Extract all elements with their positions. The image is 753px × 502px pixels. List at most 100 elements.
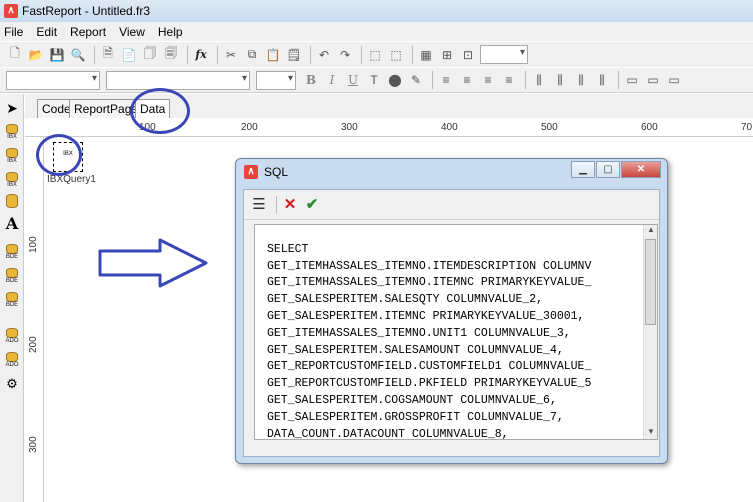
ruler-tick: 300 (341, 122, 358, 133)
style-combo[interactable] (6, 70, 100, 90)
frame-bottom-icon[interactable]: ▭ (644, 71, 662, 89)
menu-edit[interactable]: Edit (36, 25, 57, 39)
frame-top-icon[interactable]: ▭ (623, 71, 641, 89)
format-toolbar: B I U T ⬤ ✎ ≡ ≡ ≡ ≡ ⫼ ⫼ ⫼ ⫼ ▭ ▭ ▭ (0, 67, 753, 93)
scroll-thumb[interactable] (645, 239, 656, 325)
app-logo-icon: ∧ (4, 4, 18, 18)
ado-table-icon[interactable]: ADO (3, 352, 21, 372)
scroll-up-icon[interactable]: ▲ (644, 225, 657, 237)
toolbar-separator (310, 45, 311, 64)
ok-check-icon[interactable]: ✔ (303, 196, 321, 214)
align-top-icon[interactable]: ⫼ (530, 71, 548, 89)
function-icon[interactable]: fx (192, 46, 210, 64)
font-name-combo[interactable] (106, 70, 250, 90)
align-bottom-icon[interactable]: ⫼ (572, 71, 590, 89)
menu-view[interactable]: View (119, 25, 145, 39)
sql-line: GET_SALESPERITEM.COGSAMOUNT COLUMNVALUE_… (267, 393, 557, 407)
annotation-arrow-icon (98, 238, 208, 288)
toolbar-separator (187, 45, 188, 64)
list-icon[interactable]: ☰ (250, 196, 268, 214)
new-file-icon[interactable]: 🗋 (6, 46, 24, 64)
fit-grid-icon[interactable]: ⊡ (459, 46, 477, 64)
copy-icon[interactable]: ⧉ (243, 46, 261, 64)
sql-editor[interactable]: SELECT GET_ITEMHASSALES_ITEMNO.ITEMDESCRI… (254, 224, 658, 440)
sql-line: SELECT (267, 242, 309, 256)
zoom-combo[interactable] (480, 45, 528, 64)
align-left-icon[interactable]: ≡ (437, 71, 455, 89)
bde-table-icon[interactable]: BDE (3, 268, 21, 288)
toolbar-separator (361, 45, 362, 64)
menu-report[interactable]: Report (70, 25, 106, 39)
align-middle-icon[interactable]: ⫼ (551, 71, 569, 89)
ibx-table-icon[interactable]: IBX (3, 148, 21, 168)
ibx-query-icon[interactable]: IBX (3, 172, 21, 192)
redo-icon[interactable]: ↷ (336, 46, 354, 64)
ruler-tick: 100 (28, 236, 39, 253)
ungroup-icon[interactable]: ⬚ (387, 46, 405, 64)
menu-help[interactable]: Help (158, 25, 183, 39)
menu-bar: File Edit Report View Help (0, 22, 753, 41)
undo-icon[interactable]: ↶ (315, 46, 333, 64)
preview-icon[interactable]: 🔍 (69, 46, 87, 64)
clipboard-icon[interactable]: 🗒 (285, 46, 303, 64)
format-painter-icon[interactable]: ✎ (407, 71, 425, 89)
cut-icon[interactable]: ✂ (222, 46, 240, 64)
ruler-tick: 600 (641, 122, 658, 133)
italic-icon[interactable]: I (323, 71, 341, 89)
align-center-icon[interactable]: ≡ (458, 71, 476, 89)
new-report-icon[interactable]: 🗎 (99, 46, 117, 64)
rotate-icon[interactable]: ⫼ (593, 71, 611, 89)
align-grid-icon[interactable]: ⊞ (438, 46, 456, 64)
toolbar-separator (94, 45, 95, 64)
ibx-database-icon[interactable]: IBX (3, 124, 21, 144)
new-page-icon[interactable]: 📄 (120, 46, 138, 64)
underline-icon[interactable]: U (344, 71, 362, 89)
ruler-tick: 200 (241, 122, 258, 133)
font-icon[interactable]: T (365, 71, 383, 89)
ado-database-icon[interactable]: ADO (3, 328, 21, 348)
minimize-button[interactable]: ▁ (571, 161, 595, 178)
toolbar-separator (618, 71, 619, 89)
paste-icon[interactable]: 📋 (264, 46, 282, 64)
dialog-body: ☰ ✕ ✔ SELECT GET_ITEMHASSALES_ITEMNO.ITEM… (243, 189, 660, 457)
frame-left-icon[interactable]: ▭ (665, 71, 683, 89)
grid-icon[interactable]: ▦ (417, 46, 435, 64)
open-folder-icon[interactable]: 📂 (27, 46, 45, 64)
toolbar-separator (432, 71, 433, 89)
component-palette: ➤ IBX IBX IBX A BDE BDE BDE ADO ADO ⚙ (0, 94, 24, 502)
scroll-down-icon[interactable]: ▼ (644, 427, 657, 439)
dialog-title-bar[interactable]: ∧ SQL ▁ ▢ ✕ (236, 159, 667, 185)
new-dialog-icon[interactable]: 🗍 (141, 46, 159, 64)
font-size-combo[interactable] (256, 70, 296, 90)
sql-line: GET_SALESPERITEM.SALESAMOUNT COLUMNVALUE… (267, 343, 564, 357)
highlight-icon[interactable]: ⬤ (386, 71, 404, 89)
menu-file[interactable]: File (4, 25, 23, 39)
cancel-icon[interactable]: ✕ (281, 196, 299, 214)
app-logo-icon: ∧ (244, 165, 258, 179)
vertical-scrollbar[interactable]: ▲ ▼ (643, 225, 657, 439)
bde-database-icon[interactable]: BDE (3, 244, 21, 264)
save-icon[interactable]: 💾 (48, 46, 66, 64)
text-a-icon[interactable]: A (3, 214, 21, 234)
maximize-button[interactable]: ▢ (596, 161, 620, 178)
toolbar-separator (525, 71, 526, 89)
align-justify-icon[interactable]: ≡ (500, 71, 518, 89)
toolbar-separator (412, 45, 413, 64)
database-cylinder-icon[interactable] (3, 194, 21, 214)
sql-line: DATA_COUNT.DATACOUNT COLUMNVALUE_8, (267, 427, 509, 440)
align-right-icon[interactable]: ≡ (479, 71, 497, 89)
vertical-ruler: 100 200 300 (25, 137, 44, 502)
toolbar-separator (276, 195, 277, 214)
close-button[interactable]: ✕ (621, 161, 661, 178)
toolbar-separator (217, 45, 218, 64)
ado-query-icon[interactable]: ⚙ (3, 376, 21, 396)
ruler-tick: 500 (541, 122, 558, 133)
select-tool-icon[interactable]: ➤ (3, 100, 21, 120)
delete-page-icon[interactable]: 🗐 (162, 46, 180, 64)
bde-query-icon[interactable]: BDE (3, 292, 21, 312)
ruler-tick: 200 (28, 336, 39, 353)
sql-line: GET_ITEMHASSALES_ITEMNO.ITEMDESCRIPTION … (267, 259, 592, 273)
bold-icon[interactable]: B (302, 71, 320, 89)
dialog-toolbar: ☰ ✕ ✔ (244, 190, 659, 220)
group-icon[interactable]: ⬚ (366, 46, 384, 64)
